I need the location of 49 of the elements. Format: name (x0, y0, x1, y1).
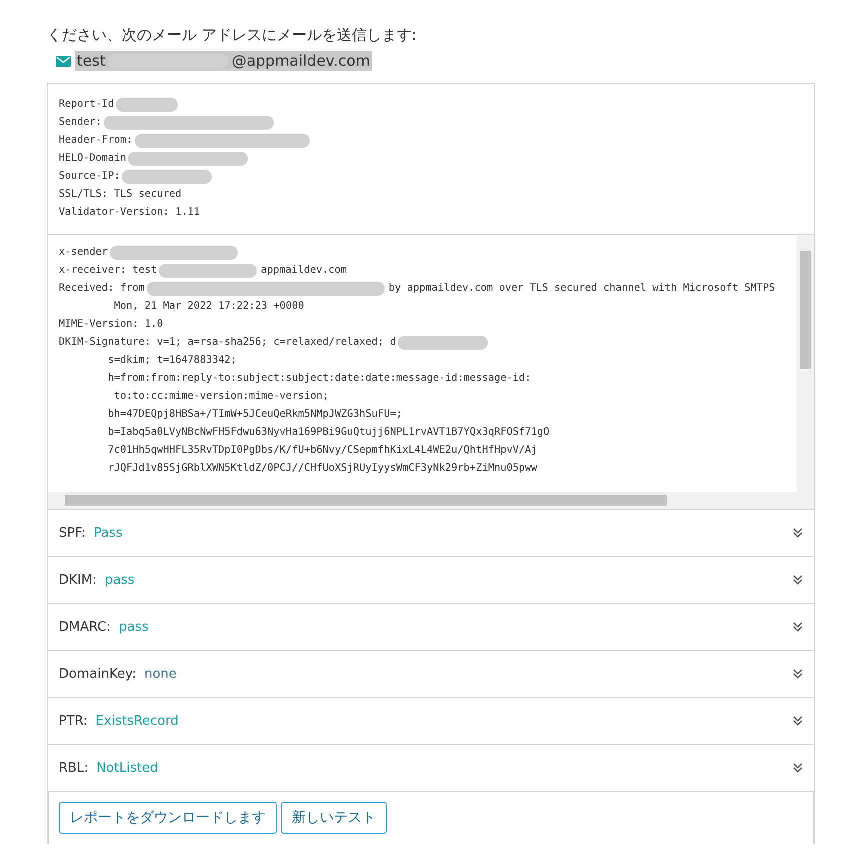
header-text: Report-Id (59, 98, 114, 112)
header-text: @appmaildev.com (232, 52, 370, 70)
check-label: DMARC: (59, 620, 111, 634)
header-text: Source-IP: (59, 170, 120, 184)
check-result: NotListed (96, 760, 158, 776)
instruction-text: ください、次のメール アドレスにメールを送信します: (47, 26, 418, 45)
header-text: rJQFJd1v85SjGRblXWN5KtldZ/0PCJ//CHfUoXSjRUyIyysWmCF3yNk29rb+ZiMnu05pww (107, 462, 538, 476)
envelope-icon (56, 56, 71, 66)
chevron-icon (793, 622, 803, 632)
check-result: pass (118, 620, 149, 634)
header-text: h=from:from:reply-to:subject:subject:date:date:message-id:message-id: (107, 372, 532, 386)
new-test-button[interactable]: 新しいテスト (281, 802, 387, 834)
header-text: b=Iabq5a0LVyNBcNwFH5Fdwu63NyvHa169PBi9GuQtujj6NPL1rvAVT1B7YQx3qRFOSf71gO (107, 426, 550, 440)
header-text: Mon, 21 Mar 2022 17:22:23 +0000 (113, 300, 304, 314)
header-text: x-receiver: test (59, 264, 158, 278)
header-text: test (77, 52, 106, 70)
redaction-mark (116, 98, 178, 112)
check-result: ExistsRecord (96, 714, 179, 728)
header-text: by appmaildev.com over TLS secured channel with Microsoft SMTPS (388, 282, 776, 296)
header-text: appmaildev.com (261, 264, 348, 278)
header-text: s=dkim; t=1647883342; (107, 354, 237, 368)
header-text: Received: from (59, 282, 145, 296)
vertical-scrollbar[interactable] (797, 235, 814, 492)
chevron-icon (793, 763, 803, 773)
check-label: SPF: (59, 526, 86, 540)
horizontal-scrollbar[interactable] (48, 492, 814, 509)
header-text: Sender: (59, 116, 102, 130)
header-text: bh=47DEQpj8HBSa+/TImW+5JCeuQeRkm5NMpJWZG3hSuFU=; (107, 408, 402, 422)
header-text: Validator-Version: 1.11 (59, 206, 200, 220)
check-result: Pass (94, 526, 123, 540)
header-text: to:to:cc:mime-version:mime-version; (113, 390, 329, 404)
chevron-icon (793, 669, 803, 679)
chevron-icon (793, 528, 803, 538)
header-text: HELO-Domain (59, 152, 126, 166)
header-text: x-sender (59, 246, 108, 260)
header-text: 7c01Hh5qwHHFL35RvTDpI0PgDbs/K/fU+b6Nvy/CSepmfhKixL4L4WE2u/QhtHfHpvV/Aj (107, 444, 538, 458)
check-label: RBL: (59, 760, 89, 776)
check-label: PTR: (59, 714, 88, 728)
header-text: DKIM-Signature: v=1; a=rsa-sha256; c=relaxed/relaxed; d (59, 336, 396, 350)
check-result: pass (104, 572, 135, 588)
check-label: DomainKey: (59, 666, 136, 682)
download-report-button[interactable]: レポートをダウンロードします (59, 802, 277, 834)
chevron-icon (793, 716, 803, 726)
chevron-icon (793, 575, 803, 585)
check-label: DKIM: (59, 572, 97, 588)
check-result: none (144, 666, 177, 682)
header-text: Header-From: (59, 134, 133, 148)
header-text: MIME-Version: 1.0 (59, 318, 164, 332)
header-text: SSL/TLS: TLS secured (59, 188, 182, 202)
